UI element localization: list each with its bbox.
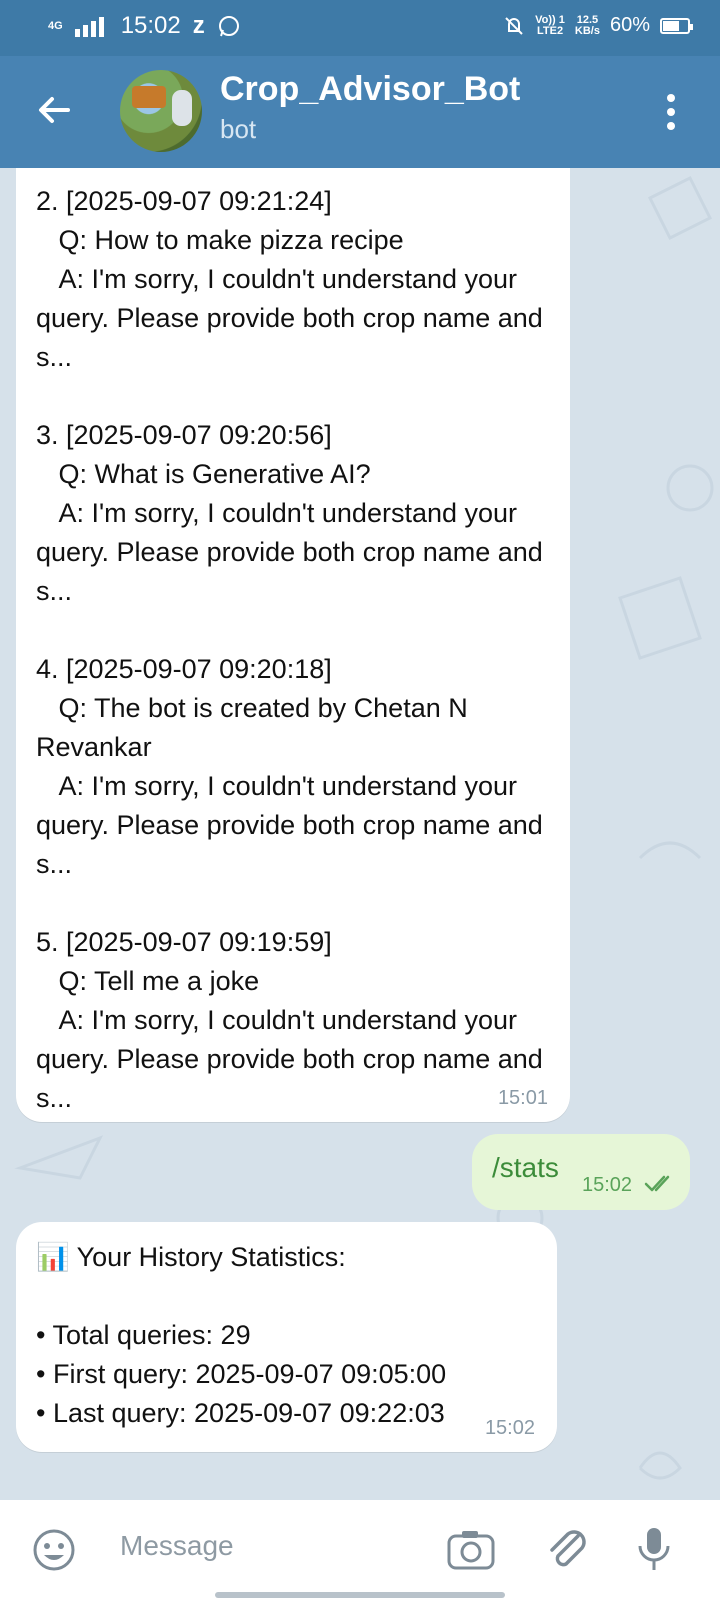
bot-avatar[interactable] [120, 70, 202, 152]
network-indicator: 4G [48, 19, 63, 32]
read-checkmarks-icon [644, 1175, 670, 1192]
mute-icon [505, 16, 523, 35]
back-arrow-icon[interactable] [34, 90, 74, 130]
message-time: 15:01 [497, 1087, 548, 1109]
stats-message-text: 📊 Your History Statistics: • Total queri… [36, 1242, 447, 1428]
chat-title[interactable]: Crop_Advisor_Bot [220, 70, 520, 109]
attach-paperclip-icon[interactable] [544, 1526, 588, 1574]
volte-indicator: Vo)) 1 LTE2 [535, 13, 565, 37]
network-speed: 12.5 KB/s [574, 13, 600, 37]
status-bar: 4G 15:02 z Vo)) 1 LTE2 12.5 KB/s 60% [0, 0, 720, 56]
message-input[interactable]: Message [120, 1530, 234, 1562]
battery-icon [660, 17, 693, 34]
history-message-text: 2. [2025-09-07 09:21:24] Q: How to make … [36, 186, 543, 1113]
outgoing-message-bubble[interactable]: /stats 15:02 [472, 1134, 690, 1210]
history-message-bubble[interactable]: 2. [2025-09-07 09:21:24] Q: How to make … [16, 168, 570, 1122]
microphone-icon[interactable] [636, 1526, 672, 1574]
outgoing-message-text: /stats [492, 1152, 559, 1183]
notification-z: z [192, 12, 205, 39]
signal-icon [74, 17, 104, 37]
whatsapp-icon [218, 16, 239, 37]
stats-time: 15:02 [484, 1417, 535, 1439]
chat-area[interactable]: 2. [2025-09-07 09:21:24] Q: How to make … [0, 168, 720, 1500]
stats-message-bubble[interactable]: 📊 Your History Statistics: • Total queri… [16, 1222, 557, 1452]
gesture-nav-bar[interactable] [215, 1592, 505, 1598]
outgoing-time: 15:02 [582, 1174, 633, 1196]
camera-icon[interactable] [446, 1528, 496, 1572]
chat-header: Crop_Advisor_Bot bot [0, 56, 720, 168]
chat-subtitle: bot [220, 114, 257, 144]
status-time: 15:02 [120, 12, 181, 39]
message-input-bar: Message [0, 1500, 720, 1600]
battery-percent: 60% [609, 14, 650, 36]
more-options-icon[interactable] [666, 94, 676, 130]
emoji-icon[interactable] [32, 1528, 76, 1572]
